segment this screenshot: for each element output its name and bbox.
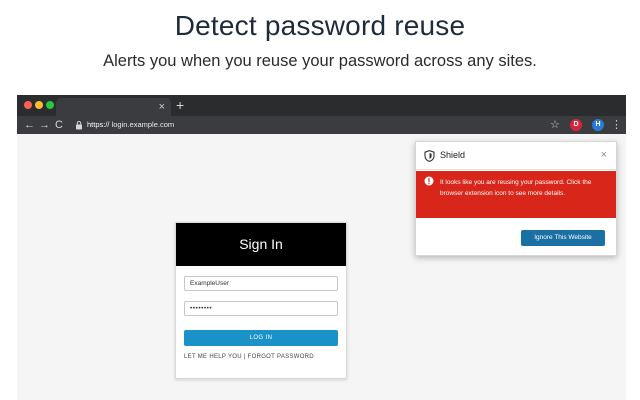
new-tab-button[interactable]: + <box>176 98 184 112</box>
url-protocol: https:// <box>87 120 110 129</box>
signin-heading: Sign In <box>176 223 346 266</box>
back-icon[interactable]: ← <box>24 118 35 132</box>
browser-titlebar: × + <box>17 95 626 116</box>
profile-extension-icon[interactable]: H <box>592 119 604 131</box>
hero-subtitle: Alerts you when you reuse your password … <box>103 52 537 70</box>
shield-icon <box>424 150 435 162</box>
forward-icon[interactable]: → <box>39 118 50 132</box>
address-bar[interactable]: https:// login.example.com <box>87 120 174 129</box>
shield-popup: Shield × It looks like you are reusing y… <box>415 141 617 256</box>
popup-title: Shield <box>440 150 466 160</box>
bookmark-star-icon[interactable]: ☆ <box>550 118 560 132</box>
alert-icon <box>424 176 434 186</box>
username-field[interactable]: ExampleUser <box>184 276 338 291</box>
help-forgot-password-link[interactable]: LET ME HELP YOU | FORGOT PASSWORD <box>184 354 314 360</box>
close-icon[interactable]: × <box>601 148 607 162</box>
url-host: login.example.com <box>109 120 175 129</box>
tab-close-icon[interactable]: × <box>159 100 165 114</box>
browser-window: × + ← → C https:// login.example.com ☆ D… <box>17 95 626 400</box>
browser-toolbar: ← → C https:// login.example.com ☆ D H ⋮ <box>17 116 626 134</box>
password-field[interactable]: •••••••• <box>184 301 338 316</box>
close-window-button[interactable] <box>24 101 32 109</box>
maximize-window-button[interactable] <box>46 101 54 109</box>
login-button[interactable]: LOG IN <box>184 330 338 346</box>
hero-section: Detect password reuse Alerts you when yo… <box>0 0 640 96</box>
ignore-website-button[interactable]: Ignore This Website <box>521 230 605 246</box>
popup-header: Shield × <box>416 142 616 170</box>
lock-icon <box>76 121 82 130</box>
hero-title: Detect password reuse <box>174 10 466 41</box>
dashlane-extension-icon[interactable]: D <box>570 119 582 131</box>
browser-menu-icon[interactable]: ⋮ <box>611 118 622 132</box>
minimize-window-button[interactable] <box>35 101 43 109</box>
reload-icon[interactable]: C <box>55 118 63 132</box>
alert-message: It looks like you are reusing your passw… <box>440 179 592 197</box>
reuse-alert-banner: It looks like you are reusing your passw… <box>416 171 616 218</box>
signin-card: Sign In ExampleUser •••••••• LOG IN LET … <box>175 222 347 379</box>
browser-tab[interactable]: × <box>56 98 171 116</box>
